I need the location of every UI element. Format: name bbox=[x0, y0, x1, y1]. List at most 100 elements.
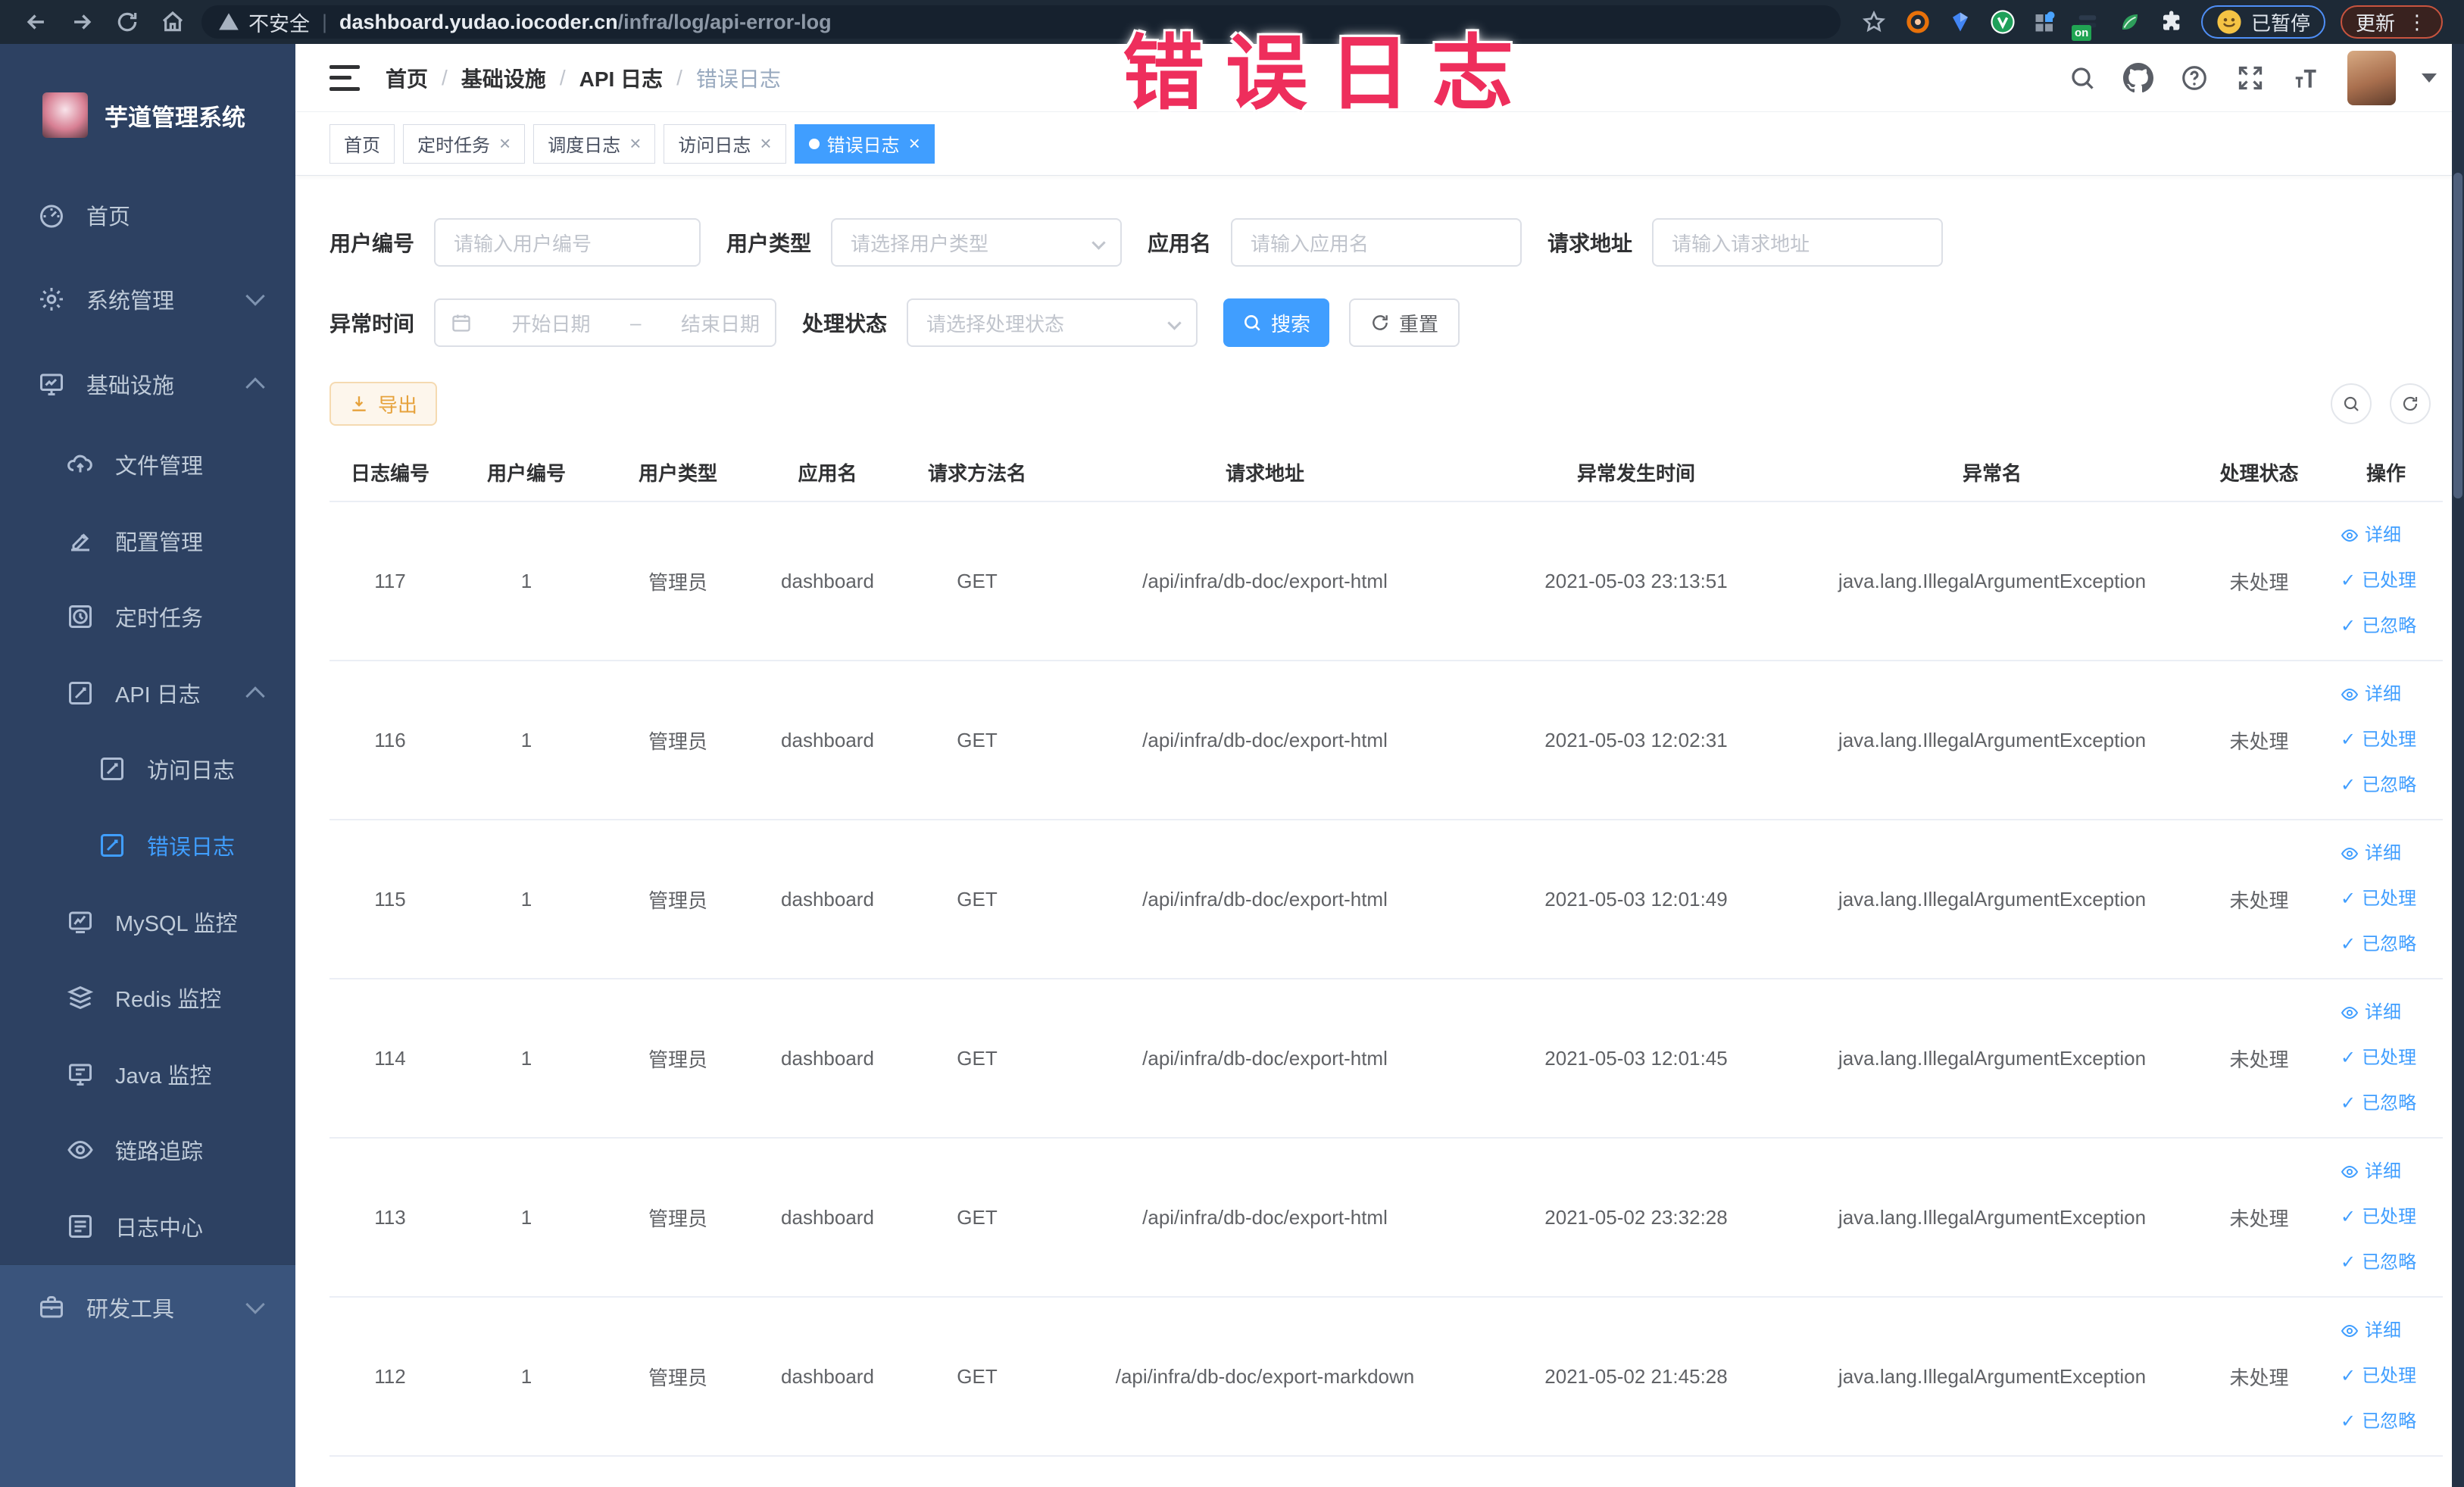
action-ignored[interactable]: ✓ 已忽略 bbox=[2341, 1399, 2431, 1445]
search-icon[interactable] bbox=[2067, 63, 2097, 93]
user-id-input[interactable]: 请输入用户编号 bbox=[434, 218, 701, 267]
action-ignored[interactable]: ✓ 已忽略 bbox=[2341, 1240, 2431, 1286]
column-header-1: 用户编号 bbox=[451, 444, 602, 502]
tab-cron-job[interactable]: 定时任务 × bbox=[403, 123, 526, 164]
action-processed[interactable]: ✓ 已处理 bbox=[2341, 717, 2431, 763]
sidebar-item-system[interactable]: 系统管理 bbox=[0, 258, 295, 342]
tab-home[interactable]: 首页 bbox=[329, 123, 395, 164]
forward-icon[interactable] bbox=[67, 7, 97, 37]
infrastructure-icon bbox=[38, 370, 65, 398]
reset-button[interactable]: 重置 bbox=[1349, 298, 1460, 347]
app-title: 芋道管理系统 bbox=[105, 104, 245, 131]
row-actions: 详细 ✓ 已处理 ✓ 已忽略 bbox=[2329, 820, 2443, 979]
table-row: 117 1 管理员 dashboard GET/api/infra/db-doc/exp… bbox=[329, 501, 2443, 661]
date-range-picker[interactable]: 开始日期 – 结束日期 bbox=[434, 298, 777, 347]
search-button[interactable]: 搜索 bbox=[1223, 298, 1330, 347]
action-processed[interactable]: ✓ 已处理 bbox=[2341, 1036, 2431, 1081]
extension-blue-icon[interactable] bbox=[1947, 9, 1973, 35]
home-icon[interactable] bbox=[158, 7, 188, 37]
font-size-icon[interactable] bbox=[2291, 63, 2322, 93]
bookmark-star-icon[interactable] bbox=[1859, 7, 1889, 37]
topbar: 首页 / 基础设施 / API 日志 / 错误日志 bbox=[295, 44, 2464, 112]
user-avatar[interactable] bbox=[2347, 50, 2396, 105]
action-ignored[interactable]: ✓ 已忽略 bbox=[2341, 604, 2431, 649]
extension-green-icon[interactable] bbox=[1990, 9, 2016, 35]
security-label: 不安全 bbox=[248, 12, 310, 36]
sidebar-item-mysql-monitor[interactable]: MySQL 监控 bbox=[0, 883, 295, 960]
sidebar-item-error-log[interactable]: 错误日志 bbox=[0, 808, 295, 884]
close-icon[interactable]: × bbox=[629, 132, 641, 155]
action-detail[interactable]: 详细 bbox=[2341, 672, 2431, 717]
action-processed[interactable]: ✓ 已处理 bbox=[2341, 876, 2431, 922]
request-url-input[interactable]: 请输入请求地址 bbox=[1652, 218, 1944, 267]
breadcrumb-api-log[interactable]: API 日志 bbox=[579, 63, 663, 93]
action-ignored[interactable]: ✓ 已忽略 bbox=[2341, 763, 2431, 808]
sidebar-item-cron-job[interactable]: 定时任务 bbox=[0, 579, 295, 655]
back-icon[interactable] bbox=[21, 7, 52, 37]
smiley-avatar-icon bbox=[2217, 10, 2241, 34]
toggle-search-button[interactable] bbox=[2331, 383, 2372, 424]
update-button[interactable]: 更新 ⋮ bbox=[2340, 5, 2443, 39]
action-processed[interactable]: ✓ 已处理 bbox=[2341, 1354, 2431, 1399]
sidebar-item-trace[interactable]: 链路追踪 bbox=[0, 1112, 295, 1189]
extension-dark-icon[interactable]: on bbox=[2071, 9, 2100, 41]
action-processed[interactable]: ✓ 已处理 bbox=[2341, 558, 2431, 604]
address-bar[interactable]: 不安全 | dashboard.yudao.iocoder.cn/infra/l… bbox=[201, 5, 1841, 39]
close-icon[interactable]: × bbox=[499, 132, 511, 155]
user-menu-caret-icon[interactable] bbox=[2422, 73, 2437, 83]
warning-icon bbox=[219, 13, 239, 30]
fullscreen-icon[interactable] bbox=[2235, 63, 2266, 93]
refresh-table-button[interactable] bbox=[2390, 383, 2431, 424]
page-scrollbar[interactable] bbox=[2452, 44, 2464, 1487]
reload-icon[interactable] bbox=[112, 7, 142, 37]
sidebar-item-java-monitor[interactable]: Java 监控 bbox=[0, 1036, 295, 1112]
sidebar-item-log-center[interactable]: 日志中心 bbox=[0, 1189, 295, 1265]
close-icon[interactable]: × bbox=[760, 132, 771, 155]
status-select[interactable]: 请选择处理状态 bbox=[907, 298, 1198, 347]
action-detail[interactable]: 详细 bbox=[2341, 990, 2431, 1036]
sidebar-item-infrastructure[interactable]: 基础设施 bbox=[0, 342, 295, 426]
user-type-select[interactable]: 请选择用户类型 bbox=[831, 218, 1123, 267]
gear-icon bbox=[38, 286, 65, 313]
sidebar-item-api-log[interactable]: API 日志 bbox=[0, 654, 295, 731]
sidebar: 芋道管理系统 首页 系统管理 基础设施 文件管理 配置管理 定时任务 API 日… bbox=[0, 44, 295, 1487]
table-header-row: 日志编号 用户编号 用户类型 应用名 请求方法名 请求地址 异常发生时间 异常名 处理状态 操作 bbox=[329, 444, 2443, 502]
extension-grid-icon[interactable] bbox=[2032, 9, 2058, 35]
tab-schedule-log[interactable]: 调度日志 × bbox=[533, 123, 656, 164]
tab-error-log[interactable]: 错误日志 × bbox=[794, 123, 935, 164]
sidebar-toggle-icon[interactable] bbox=[329, 64, 360, 91]
action-detail[interactable]: 详细 bbox=[2341, 1308, 2431, 1354]
action-processed[interactable]: ✓ 已处理 bbox=[2341, 1195, 2431, 1240]
extension-leaf-icon[interactable] bbox=[2117, 9, 2143, 35]
table-cell: 1 bbox=[451, 820, 602, 979]
app-logo-row[interactable]: 芋道管理系统 bbox=[42, 92, 295, 138]
sidebar-item-redis-monitor[interactable]: Redis 监控 bbox=[0, 960, 295, 1036]
paused-label: 已暂停 bbox=[2250, 11, 2310, 35]
java-icon bbox=[67, 1061, 94, 1088]
action-detail[interactable]: 详细 bbox=[2341, 831, 2431, 876]
tab-access-log[interactable]: 访问日志 × bbox=[664, 123, 786, 164]
action-ignored[interactable]: ✓ 已忽略 bbox=[2341, 1081, 2431, 1126]
sidebar-item-config-manage[interactable]: 配置管理 bbox=[0, 502, 295, 579]
table-cell: dashboard bbox=[754, 501, 901, 661]
close-icon[interactable]: × bbox=[909, 132, 920, 155]
extension-orange-icon[interactable] bbox=[1905, 9, 1931, 35]
breadcrumb-home[interactable]: 首页 bbox=[386, 63, 428, 93]
action-detail[interactable]: 详细 bbox=[2341, 513, 2431, 558]
github-icon[interactable] bbox=[2123, 62, 2153, 93]
breadcrumb-infrastructure[interactable]: 基础设施 bbox=[461, 63, 546, 93]
sidebar-item-file-manage[interactable]: 文件管理 bbox=[0, 426, 295, 503]
sidebar-item-access-log[interactable]: 访问日志 bbox=[0, 731, 295, 808]
profile-paused-pill[interactable]: 已暂停 bbox=[2200, 5, 2325, 39]
help-icon[interactable] bbox=[2179, 63, 2209, 93]
extensions-puzzle-icon[interactable] bbox=[2160, 9, 2185, 35]
scrollbar-thumb[interactable] bbox=[2453, 173, 2462, 498]
browser-menu-icon[interactable]: ⋮ bbox=[2407, 11, 2428, 34]
app-name-input[interactable]: 请输入应用名 bbox=[1231, 218, 1522, 267]
column-header-5: 请求地址 bbox=[1053, 444, 1477, 502]
export-button[interactable]: 导出 bbox=[329, 382, 437, 426]
action-ignored[interactable]: ✓ 已忽略 bbox=[2341, 922, 2431, 967]
action-detail[interactable]: 详细 bbox=[2341, 1149, 2431, 1195]
sidebar-item-devtools[interactable]: 研发工具 bbox=[0, 1265, 295, 1350]
sidebar-item-home[interactable]: 首页 bbox=[0, 173, 295, 258]
